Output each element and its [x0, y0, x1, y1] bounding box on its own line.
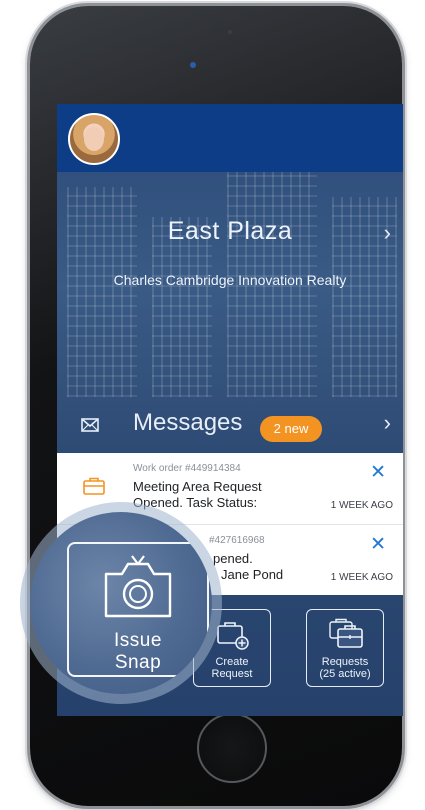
building-hero[interactable]: East Plaza › Charles Cambridge Innovatio… [57, 172, 403, 397]
camera-icon [104, 555, 172, 618]
front-camera-icon [190, 62, 196, 68]
chevron-right-icon: › [383, 220, 391, 245]
chevron-right-icon: › [383, 410, 391, 435]
requests-label: Requests (25 active) [319, 656, 371, 680]
new-messages-badge: 2 new [260, 416, 322, 442]
app-header [57, 104, 403, 172]
requests-button[interactable]: Requests (25 active) [306, 609, 384, 687]
company-name: Charles Cambridge Innovation Realty [113, 272, 347, 288]
camera-icon [228, 30, 232, 34]
building-name: East Plaza [167, 217, 293, 245]
briefcases-icon [329, 618, 363, 648]
envelope-icon [81, 418, 99, 432]
issue-snap-label: Issue Snap [114, 630, 162, 673]
work-order-number: Work order #449914384 [133, 463, 241, 474]
issue-snap-button[interactable]: Issue Snap [67, 542, 209, 677]
messages-header[interactable]: Messages 2 new › [57, 400, 403, 450]
message-time: 1 WEEK AGO [330, 572, 393, 583]
issue-snap-magnifier: Issue Snap [20, 502, 222, 704]
avatar[interactable] [68, 113, 120, 165]
briefcase-add-icon [217, 622, 249, 650]
briefcase-icon [83, 477, 105, 495]
messages-title: Messages [133, 409, 243, 436]
message-title: Meeting Area Request Opened. Task Status… [133, 479, 262, 510]
work-order-number: #427616968 [209, 535, 265, 546]
dismiss-icon[interactable]: ✕ [370, 533, 386, 556]
dismiss-icon[interactable]: ✕ [370, 461, 386, 484]
message-time: 1 WEEK AGO [330, 500, 393, 511]
home-button[interactable] [197, 713, 267, 783]
